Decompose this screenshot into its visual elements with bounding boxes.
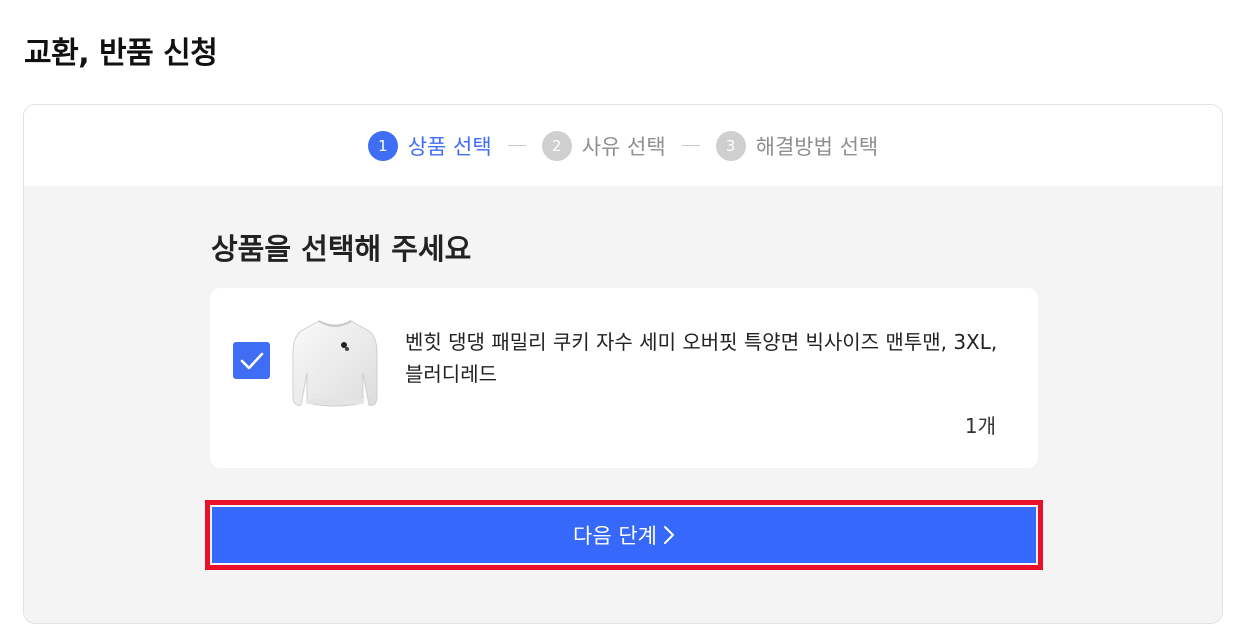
content-area: 상품을 선택해 주세요 벤힛 댕댕 패밀리 쿠키 자수 세미 오버핏 특양면 빅…	[24, 186, 1222, 623]
product-thumbnail	[285, 308, 385, 418]
chevron-right-icon	[663, 526, 674, 544]
next-step-button[interactable]: 다음 단계	[212, 507, 1036, 563]
step-1: 1 상품 선택	[367, 130, 492, 161]
page-title: 교환, 반품 신청	[24, 36, 218, 71]
section-title: 상품을 선택해 주세요	[211, 232, 472, 266]
step-2-label: 사유 선택	[581, 134, 666, 159]
product-name: 벤힛 댕댕 패밀리 쿠키 자수 세미 오버핏 특양면 빅사이즈 맨투맨, 3XL…	[405, 330, 998, 386]
product-quantity: 1개	[964, 414, 996, 438]
step-3-number: 3	[715, 130, 746, 161]
step-1-label: 상품 선택	[407, 134, 492, 159]
white-sweatshirt-image	[292, 320, 378, 407]
stepper: 1 상품 선택 2 사유 선택 3 해결방법 선택	[24, 105, 1222, 186]
step-separator	[507, 145, 526, 146]
step-1-number: 1	[367, 130, 398, 161]
next-step-label: 다음 단계	[573, 524, 657, 548]
exchange-return-panel: 1 상품 선택 2 사유 선택 3 해결방법 선택 상품을 선택해 주세요 벤힛…	[23, 104, 1223, 624]
step-3: 3 해결방법 선택	[715, 130, 879, 161]
checkmark-icon	[240, 352, 263, 369]
product-card[interactable]: 벤힛 댕댕 패밀리 쿠키 자수 세미 오버핏 특양면 빅사이즈 맨투맨, 3XL…	[210, 288, 1038, 468]
product-checkbox[interactable]	[233, 342, 270, 379]
step-2-number: 2	[541, 130, 572, 161]
step-3-label: 해결방법 선택	[755, 134, 879, 159]
step-separator	[681, 145, 700, 146]
step-2: 2 사유 선택	[541, 130, 666, 161]
